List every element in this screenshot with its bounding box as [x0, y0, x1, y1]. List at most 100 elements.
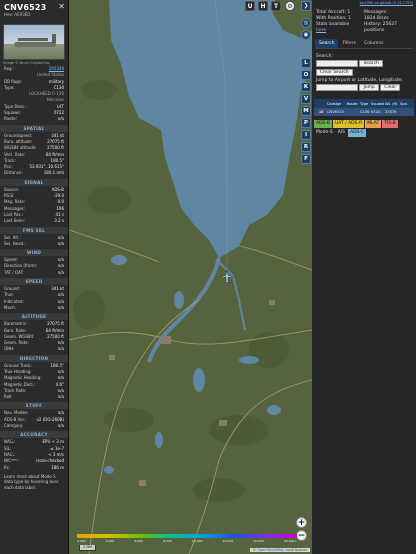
aircraft-details: Reg.: 165349 United States DB flags: militar…	[0, 66, 68, 123]
legend-label: 6,000	[134, 539, 144, 543]
info-label: Rc:	[4, 464, 11, 470]
close-icon[interactable]: ✕	[58, 2, 65, 11]
section-header[interactable]: SIGNAL	[0, 178, 68, 186]
info-value: n/a	[57, 304, 64, 310]
source-badge: ADS-C	[348, 129, 367, 137]
legend-label: 40,000+	[283, 539, 297, 543]
info-row: Distance: 180.1 nmi	[0, 170, 68, 176]
map-view[interactable]: U H T ⚙ + − 2,000 4,000 6,000 8,000 10,000 20…	[69, 0, 312, 554]
toolbar-button-k[interactable]: K	[301, 82, 311, 92]
tab-columns[interactable]: Columns	[360, 39, 388, 48]
jump-label: Jump to Airport or Latitude, Longitude:	[316, 78, 403, 83]
info-label: Reg.:	[4, 66, 15, 71]
col-header-callsign[interactable]: Callsign	[326, 102, 346, 106]
toolbar-button-l[interactable]: L	[301, 58, 311, 68]
settings-gear-icon[interactable]: ⚙	[285, 1, 295, 11]
legend-label: 2,000	[77, 539, 86, 543]
collapse-chevron-icon[interactable]: ❯	[301, 1, 311, 11]
row-flag: 🇺🇸	[319, 110, 324, 114]
source-badge: Mode-S	[316, 130, 333, 135]
col-header-altitude[interactable]: Alt. (ft)	[384, 102, 399, 106]
legend-label: 8,000	[163, 539, 172, 543]
jump-row: Jump Clear	[316, 84, 412, 91]
toolbar-button-i[interactable]: I	[301, 130, 311, 140]
jump-input[interactable]	[316, 84, 358, 91]
aircraft-info-panel: CNV6523 Hex: AE93ED ✕ Image © Bruni Clay…	[0, 0, 69, 554]
info-label: Mach:	[4, 304, 16, 310]
search-label: Search:	[316, 54, 333, 59]
altitude-legend-bar	[77, 534, 297, 538]
source-badge: AIS	[337, 130, 346, 135]
info-label: Route:	[4, 116, 17, 122]
col-header-squawk[interactable]: Squawk	[370, 102, 384, 106]
info-value: n/a	[57, 240, 64, 246]
info-value: n/a	[57, 346, 64, 352]
info-row: Mach: n/a	[0, 305, 68, 311]
info-row: TAT / OAT: n/a	[0, 270, 68, 276]
info-label: Category:	[4, 423, 24, 429]
section-header[interactable]: ACCURACY	[0, 431, 68, 439]
version-link[interactable]: tar1090 on github (3.14.1753)	[312, 0, 416, 8]
app-root: CNV6523 Hex: AE93ED ✕ Image © Bruni Clay…	[0, 0, 416, 554]
map-button-t[interactable]: T	[271, 1, 281, 11]
photo-plane-tail	[52, 34, 56, 43]
aircraft-table: Callsign Route Type Squawk Alt. (ft) Spd…	[314, 99, 414, 116]
toolbar-button-v[interactable]: V	[301, 94, 311, 104]
toolbar-button-r[interactable]: R	[301, 142, 311, 152]
aircraft-photo[interactable]	[3, 24, 65, 60]
tab-filters[interactable]: Filters	[338, 39, 360, 48]
info-label: Sel. Head.:	[4, 240, 26, 246]
info-value: n/a	[57, 394, 64, 400]
search-input[interactable]	[316, 60, 358, 67]
clear-search-row: Clear Search	[316, 69, 412, 76]
toolbar-button-f[interactable]: F	[301, 154, 311, 164]
layers-icon[interactable]: ◉	[301, 30, 311, 40]
section-header[interactable]: DIRECTION	[0, 354, 68, 362]
table-row[interactable]: 🇺🇸 CNV6523 C130 0722 27075	[314, 108, 414, 116]
map-toolbar: ❯ ◎ ◉ LOKVMPIRF	[300, 0, 312, 554]
sidebar-tabs: Search Filters Columns	[315, 39, 413, 49]
toolbar-button-p[interactable]: P	[301, 118, 311, 128]
map-button-u[interactable]: U	[245, 1, 255, 11]
map-canvas[interactable]	[69, 0, 312, 554]
section-header[interactable]: SPATIAL	[0, 124, 68, 132]
info-row: Roll: n/a	[0, 394, 68, 400]
clear-search-button[interactable]: Clear Search	[316, 69, 353, 76]
row-altitude: 27075	[385, 110, 397, 114]
section-header[interactable]: FMS SEL	[0, 226, 68, 234]
search-button[interactable]: Search	[359, 60, 383, 67]
col-header-route[interactable]: Route	[346, 102, 359, 106]
stats-left: Total Aircraft: 1 With Position: 1 Stats…	[316, 10, 364, 34]
info-row: Category: n/a	[0, 423, 68, 429]
col-header-speed[interactable]: Spd.	[399, 102, 409, 106]
source-badge: ADS-B	[314, 120, 332, 128]
map-button-h[interactable]: H	[258, 1, 268, 11]
jump-button[interactable]: Jump	[359, 84, 379, 91]
row-callsign[interactable]: CNV6523	[326, 110, 346, 114]
info-row: Route: n/a	[0, 116, 68, 122]
row-squawk: 0722	[371, 110, 381, 114]
info-label: TAT / OAT:	[4, 269, 24, 275]
clear-button[interactable]: Clear	[380, 84, 401, 91]
info-label: QNH:	[4, 346, 15, 352]
info-label: Distance:	[4, 170, 23, 176]
section-header[interactable]: SPEED	[0, 278, 68, 286]
legend-label: 30,000	[253, 539, 264, 543]
info-row: Sel. Head.: n/a	[0, 241, 68, 247]
info-row: Last Seen: 3.2 s	[0, 218, 68, 224]
stats-link[interactable]: here	[316, 28, 364, 34]
attribution-link[interactable]: OpenStreetMap	[257, 548, 284, 552]
section-header[interactable]: WIND	[0, 249, 68, 257]
search-area: Search: Search Clear Search Jump to Airp…	[312, 49, 416, 95]
target-icon[interactable]: ◎	[301, 18, 311, 28]
toolbar-button-o[interactable]: O	[301, 70, 311, 80]
source-badge: UAT / ADS-R	[332, 120, 365, 128]
toolbar-button-m[interactable]: M	[301, 106, 311, 116]
info-value: n/a	[57, 269, 64, 275]
col-header-type[interactable]: Type	[359, 102, 370, 106]
aircraft-header: CNV6523 Hex: AE93ED ✕	[0, 0, 68, 22]
info-footer-note: Learn more about Mode S data type by hov…	[4, 473, 59, 490]
section-header[interactable]: ALTITUDE	[0, 313, 68, 321]
tab-search[interactable]: Search	[315, 39, 339, 48]
section-header[interactable]: STUFF	[0, 402, 68, 410]
